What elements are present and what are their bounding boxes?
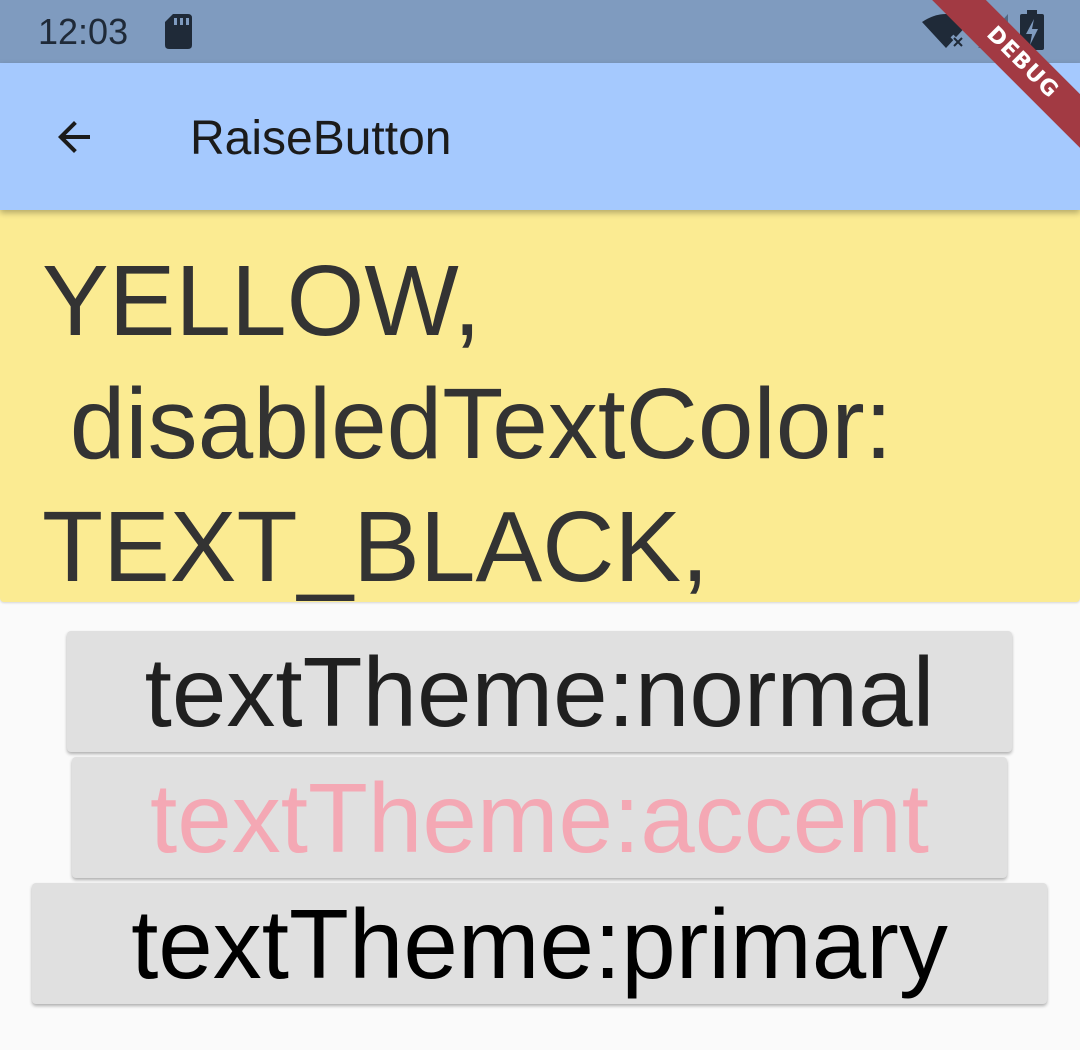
panel-text: YELLOW, disabledTextColor: TEXT_BLACK, — [42, 245, 893, 603]
app-bar: RaiseButton — [0, 63, 1080, 210]
text-theme-accent-button[interactable]: textTheme:accent — [72, 757, 1007, 878]
status-bar: 12:03 — [0, 0, 1080, 63]
arrow-back-icon — [58, 121, 90, 153]
text-theme-normal-button[interactable]: textTheme:normal — [67, 631, 1012, 752]
sd-card-icon — [165, 14, 192, 49]
text-theme-primary-button[interactable]: textTheme:primary — [32, 883, 1047, 1004]
yellow-panel: YELLOW, disabledTextColor: TEXT_BLACK, — [0, 210, 1080, 603]
back-button[interactable] — [30, 93, 118, 181]
page-title: RaiseButton — [190, 112, 452, 165]
status-time: 12:03 — [38, 11, 129, 52]
